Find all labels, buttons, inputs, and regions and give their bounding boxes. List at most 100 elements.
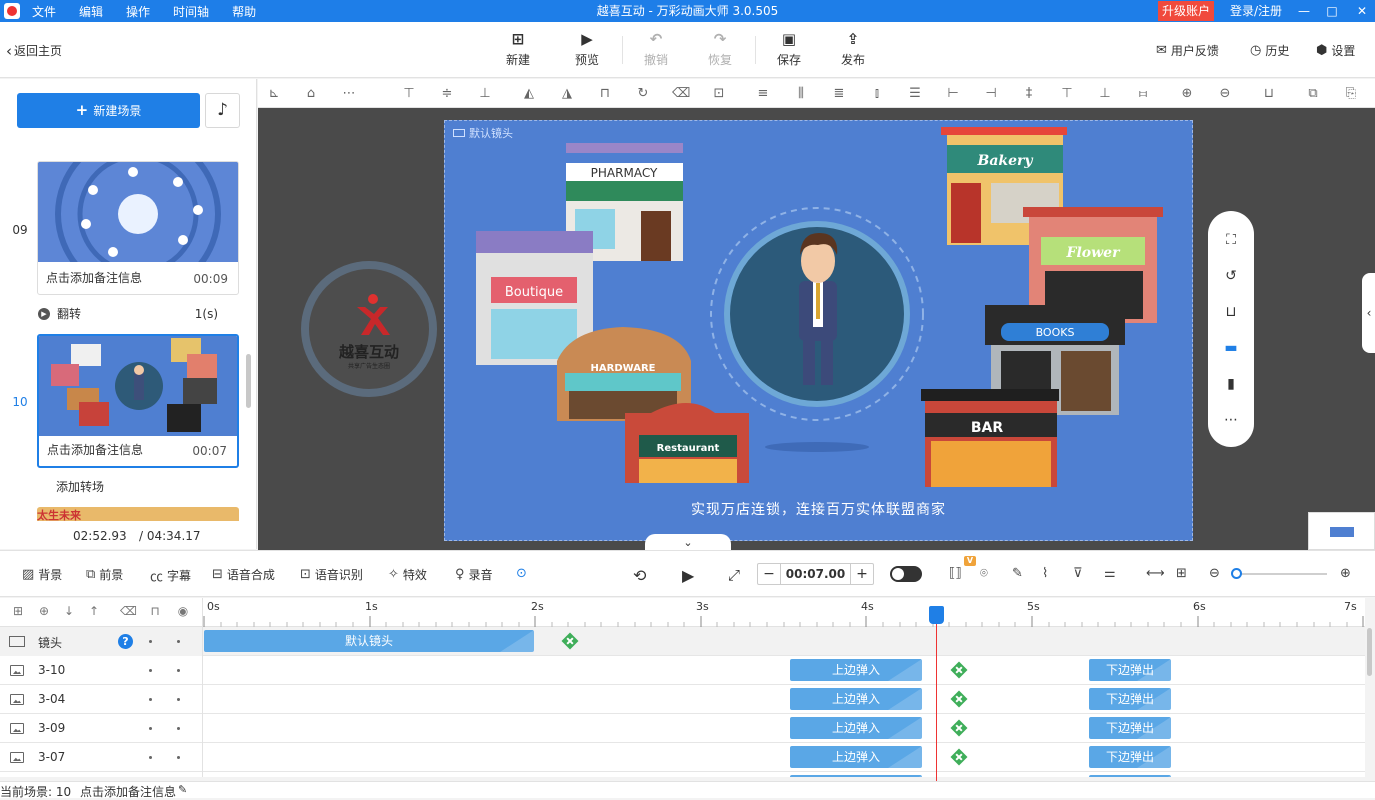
exit-animation-block[interactable]: 下边弹出 [1089, 659, 1171, 681]
menu-timeline[interactable]: 时间轴 [173, 3, 209, 20]
foreground-button[interactable]: ⧉ 前景 [86, 566, 123, 583]
tts-button[interactable]: ⊟ 语音合成 [212, 566, 275, 583]
align-right-icon[interactable]: ≣ [830, 85, 848, 103]
scene-note-status[interactable]: 点击添加备注信息 [80, 783, 176, 800]
align-edge-left-icon[interactable]: ⊢ [944, 85, 962, 103]
enter-animation-block[interactable]: 上边弹入 [790, 659, 922, 681]
spacing-icon[interactable]: ⧦ [1134, 85, 1152, 103]
timeline-scrollbar[interactable] [1367, 628, 1372, 676]
maximize-icon[interactable]: □ [1320, 0, 1344, 22]
track-lock-dot[interactable] [149, 756, 152, 759]
track-visibility-dot[interactable] [177, 640, 180, 643]
enter-animation-block[interactable]: 上边弹入 [790, 717, 922, 739]
fit-width-button[interactable]: ⟷ [1146, 566, 1169, 581]
menu-help[interactable]: 帮助 [232, 3, 256, 20]
speech-recognition-button[interactable]: ⊡ 语音识别 [300, 566, 363, 583]
copy-icon[interactable]: ⧉ [1304, 85, 1322, 103]
settings-button[interactable]: ⬢ 设置 [1316, 42, 1355, 59]
add-keyframe-icon[interactable] [950, 748, 968, 766]
brand-logo-circle[interactable]: 越喜互动 共享广告生态圈 [301, 261, 437, 397]
align-edge-right-icon[interactable]: ⊣ [982, 85, 1000, 103]
distribute-h-icon[interactable]: ⫾ [868, 85, 886, 103]
edit-button[interactable]: ✎ [1012, 566, 1027, 581]
add-keyframe-icon[interactable] [561, 632, 579, 650]
exit-animation-block[interactable]: 下边弹出 [1089, 746, 1171, 768]
exit-animation-block[interactable]: 下边弹出 [1089, 688, 1171, 710]
bottom-edge-icon[interactable]: ⊥ [1096, 85, 1114, 103]
login-register-link[interactable]: 登录/注册 [1230, 0, 1282, 22]
track-row[interactable]: 3-07 上边弹入 下边弹出 [0, 743, 1365, 772]
undo-button[interactable]: ↶ 撤销 [631, 30, 681, 72]
track-visibility-dot[interactable] [177, 698, 180, 701]
zoom-out-icon[interactable]: ⊖ [1216, 85, 1234, 103]
background-button[interactable]: ▨ 背景 [22, 566, 62, 583]
replay-button[interactable]: ⟲ [633, 566, 646, 585]
new-folder-icon[interactable]: ⊕ [37, 604, 51, 618]
music-button[interactable]: ♪ [205, 93, 240, 128]
more-icon[interactable]: ⋯ [340, 85, 358, 103]
exit-animation-block[interactable] [1089, 775, 1171, 777]
timeline-ruler[interactable]: 0s 1s 2s 3s 4s 5s 6s 7s [203, 598, 1365, 627]
camera-block[interactable]: 默认镜头 [204, 630, 534, 652]
track-lock-dot[interactable] [149, 640, 152, 643]
menu-operation[interactable]: 操作 [126, 3, 150, 20]
track-lock-dot[interactable] [149, 698, 152, 701]
add-keyframe-icon[interactable] [950, 690, 968, 708]
track-visibility-dot[interactable] [177, 756, 180, 759]
upgrade-account-button[interactable]: 升级账户 [1158, 1, 1214, 21]
history-button[interactable]: ◷ 历史 [1250, 42, 1289, 59]
home-icon[interactable]: ⌂ [302, 85, 320, 103]
publish-button[interactable]: ⇪ 发布 [828, 30, 878, 72]
stage-caption[interactable]: 实现万店连锁，连接百万实体联盟商家 [445, 499, 1192, 519]
canvas-workspace[interactable]: 越喜互动 共享广告生态圈 默认镜头 PHARMACY Boutique HARD… [258, 108, 1375, 550]
align-center-icon[interactable]: ⫼ [792, 85, 810, 103]
unlock-icon[interactable]: ⊔ [1222, 303, 1240, 321]
exit-animation-block[interactable]: 下边弹出 [1089, 717, 1171, 739]
stage-canvas[interactable]: 默认镜头 PHARMACY Boutique HARDWARE Restaura… [444, 120, 1193, 541]
redo-button[interactable]: ↷ 恢复 [695, 30, 745, 72]
flip-vertical-icon[interactable]: ◮ [558, 85, 576, 103]
scene-card-active[interactable]: 点击添加备注信息 00:07 [37, 334, 239, 468]
track-row[interactable]: 3-09 上边弹入 下边弹出 [0, 714, 1365, 743]
enter-animation-block[interactable]: 上边弹入 [790, 746, 922, 768]
effects-button[interactable]: ✧ 特效 [388, 566, 427, 583]
add-folder-icon[interactable]: ⊞ [11, 604, 25, 618]
track-row-partial[interactable] [0, 772, 1365, 777]
enter-animation-block[interactable]: 上边弹入 [790, 688, 922, 710]
back-home-button[interactable]: ‹ 返回主页 [6, 42, 62, 59]
add-keyframe-icon[interactable] [950, 719, 968, 737]
group-button[interactable]: ⟦⟧ [949, 566, 966, 581]
preview-button[interactable]: ▶ 预览 [562, 30, 612, 72]
next-scene-preview[interactable]: 太生未来 [37, 507, 239, 521]
save-button[interactable]: ▣ 保存 [764, 30, 814, 72]
sidebar-scrollbar[interactable] [246, 354, 251, 408]
filter-button[interactable]: ⊽ [1073, 566, 1087, 581]
align-left-icon[interactable]: ≡ [754, 85, 772, 103]
menu-edit[interactable]: 编辑 [79, 3, 103, 20]
track-row[interactable]: 3-04 上边弹入 下边弹出 [0, 685, 1365, 714]
scene-card[interactable]: 点击添加备注信息 00:09 [37, 161, 239, 295]
add-keyframe-icon[interactable] [950, 661, 968, 679]
delete-icon[interactable]: ⌫ [672, 85, 690, 103]
zoom-in-button[interactable]: ⊕ [1340, 566, 1355, 581]
distribute-v-icon[interactable]: ☰ [906, 85, 924, 103]
time-increase-button[interactable]: + [851, 566, 873, 582]
center-v-icon[interactable]: ‡ [1020, 85, 1038, 103]
track-lock-dot[interactable] [149, 669, 152, 672]
adjust-button[interactable]: ⚌ [1104, 566, 1120, 581]
time-decrease-button[interactable]: − [758, 566, 780, 582]
panel-expand-tab[interactable]: ‹ [1362, 273, 1375, 353]
subtitle-button[interactable]: ㏄字幕 [150, 566, 191, 585]
collapse-timeline-tab[interactable]: ⌄ [645, 534, 731, 550]
move-down-icon[interactable]: ↓ [62, 604, 76, 618]
zoom-out-button[interactable]: ⊖ [1209, 566, 1224, 581]
new-scene-button[interactable]: + 新建场景 [17, 93, 200, 128]
play-button[interactable]: ▶ [682, 566, 694, 585]
actual-size-button[interactable]: ⊞ [1176, 566, 1191, 581]
align-middle-icon[interactable]: ≑ [438, 85, 456, 103]
camera-track-row[interactable]: 镜头 ? 默认镜头 [0, 627, 1365, 656]
eye-icon[interactable]: ◉ [176, 604, 190, 618]
help-icon[interactable]: ? [118, 634, 133, 649]
ruler-icon[interactable]: ⊾ [265, 85, 283, 103]
align-bottom-icon[interactable]: ⊥ [476, 85, 494, 103]
